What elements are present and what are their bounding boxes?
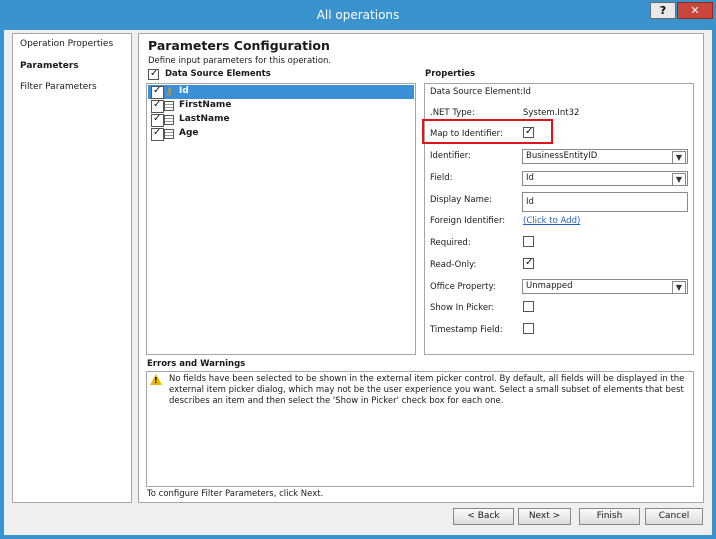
office-property-dropdown[interactable]: Unmapped ▼ [522,279,688,294]
tree-item-checkbox[interactable] [151,113,164,127]
show-in-picker-label: Show In Picker: [430,303,495,313]
highlight-box [422,119,553,144]
errors-header: Errors and Warnings [147,359,246,369]
data-source-elements-tree[interactable]: ⚷ Id FirstName LastName Age [146,83,416,355]
table-icon [164,115,174,125]
data-source-elements-label: Data Source Elements [165,69,271,79]
next-button[interactable]: Next > [518,508,571,525]
identifier-label: Identifier: [430,151,472,161]
read-only-checkbox[interactable] [523,257,534,269]
office-property-value: Unmapped [526,281,573,291]
display-name-input[interactable]: Id [522,192,688,212]
help-button[interactable]: ? [650,2,676,19]
tree-item-firstname[interactable]: FirstName [148,99,414,113]
foreign-identifier-link[interactable]: (Click to Add) [523,216,580,226]
warning-icon-mark: ! [154,376,158,385]
display-name-value: Id [526,197,534,207]
nav-item-filter-parameters[interactable]: Filter Parameters [20,82,97,92]
tree-item-label: FirstName [179,100,232,110]
table-icon [164,101,174,111]
chevron-down-icon[interactable]: ▼ [672,173,686,186]
tree-item-label: LastName [179,114,230,124]
chevron-down-icon[interactable]: ▼ [672,281,686,294]
required-label: Required: [430,238,471,248]
back-button[interactable]: < Back [453,508,514,525]
tree-item-checkbox[interactable] [151,85,164,99]
identifier-value: BusinessEntityID [526,151,598,161]
navigation-panel: Operation Properties Parameters Filter P… [12,33,132,503]
foreign-identifier-label: Foreign Identifier: [430,216,506,226]
net-type-value: System.Int32 [523,108,580,118]
nav-item-parameters[interactable]: Parameters [20,61,79,71]
nav-item-operation-properties[interactable]: Operation Properties [20,39,113,49]
key-icon: ⚷ [165,85,174,98]
page-subtitle: Define input parameters for this operati… [148,56,332,66]
tree-item-checkbox[interactable] [151,99,164,113]
chevron-down-icon[interactable]: ▼ [672,151,686,164]
display-name-label: Display Name: [430,195,492,205]
data-source-element-value: Id [523,87,531,97]
required-checkbox[interactable] [523,236,534,247]
page-title: Parameters Configuration [148,38,330,53]
tree-item-checkbox[interactable] [151,127,164,141]
field-label: Field: [430,173,453,183]
warning-message: No fields have been selected to be shown… [169,374,685,406]
footer-hint: To configure Filter Parameters, click Ne… [147,489,324,499]
table-icon [164,129,174,139]
tree-item-age[interactable]: Age [148,127,414,141]
read-only-label: Read-Only: [430,260,477,270]
window-title: All operations [316,8,400,22]
finish-button[interactable]: Finish [579,508,640,525]
show-in-picker-checkbox[interactable] [523,301,534,312]
field-dropdown[interactable]: Id ▼ [522,171,688,186]
cancel-button[interactable]: Cancel [645,508,703,525]
tree-item-label: Age [179,128,199,138]
timestamp-field-label: Timestamp Field: [430,325,503,335]
properties-header: Properties [425,69,476,79]
close-button[interactable]: ✕ [677,2,713,19]
timestamp-field-checkbox[interactable] [523,323,534,334]
data-source-elements-checkbox[interactable] [148,68,159,80]
field-value: Id [526,173,534,183]
tree-item-label: Id [179,86,189,96]
office-property-label: Office Property: [430,282,496,292]
net-type-label: .NET Type: [430,108,475,118]
identifier-dropdown[interactable]: BusinessEntityID ▼ [522,149,688,164]
data-source-element-label: Data Source Element: [430,87,523,97]
tree-item-id[interactable]: ⚷ Id [148,85,414,99]
tree-item-lastname[interactable]: LastName [148,113,414,127]
